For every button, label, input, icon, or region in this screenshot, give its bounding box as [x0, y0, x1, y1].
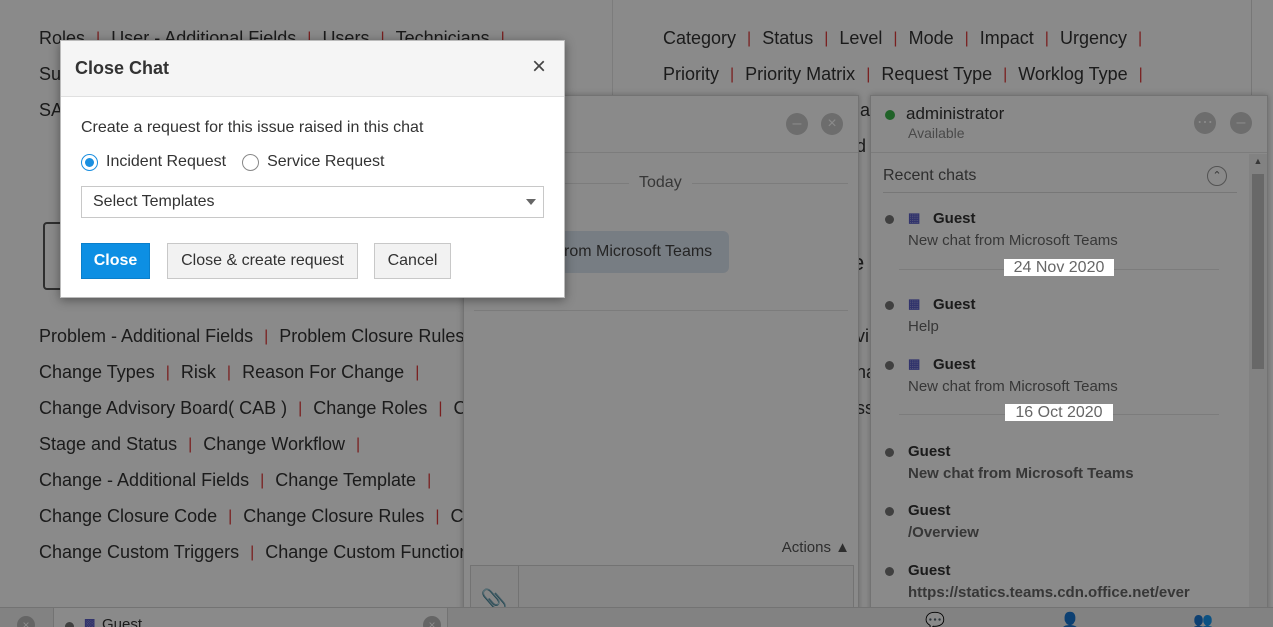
incident-request-label[interactable]: Incident Request — [106, 153, 226, 171]
cancel-button[interactable]: Cancel — [374, 243, 451, 279]
close-and-create-request-button[interactable]: Close & create request — [167, 243, 358, 279]
date-label: 16 Oct 2020 — [1005, 404, 1113, 421]
date-label: 24 Nov 2020 — [1003, 259, 1115, 276]
close-chat-dialog: Close Chat × Create a request for this i… — [60, 40, 565, 298]
service-request-label[interactable]: Service Request — [267, 153, 384, 171]
close-icon[interactable]: × — [532, 55, 546, 79]
dialog-header: Close Chat × — [61, 41, 564, 97]
close-button[interactable]: Close — [81, 243, 150, 279]
dialog-title: Close Chat — [75, 58, 170, 78]
template-select[interactable]: Select Templates — [81, 186, 544, 218]
request-type-radios: Incident Request Service Request — [81, 153, 400, 171]
incident-request-radio[interactable] — [81, 153, 98, 171]
dropdown-caret-icon — [526, 199, 536, 205]
template-select-value: Select Templates — [93, 193, 215, 210]
dialog-prompt: Create a request for this issue raised i… — [81, 119, 424, 136]
service-request-radio[interactable] — [242, 153, 260, 171]
